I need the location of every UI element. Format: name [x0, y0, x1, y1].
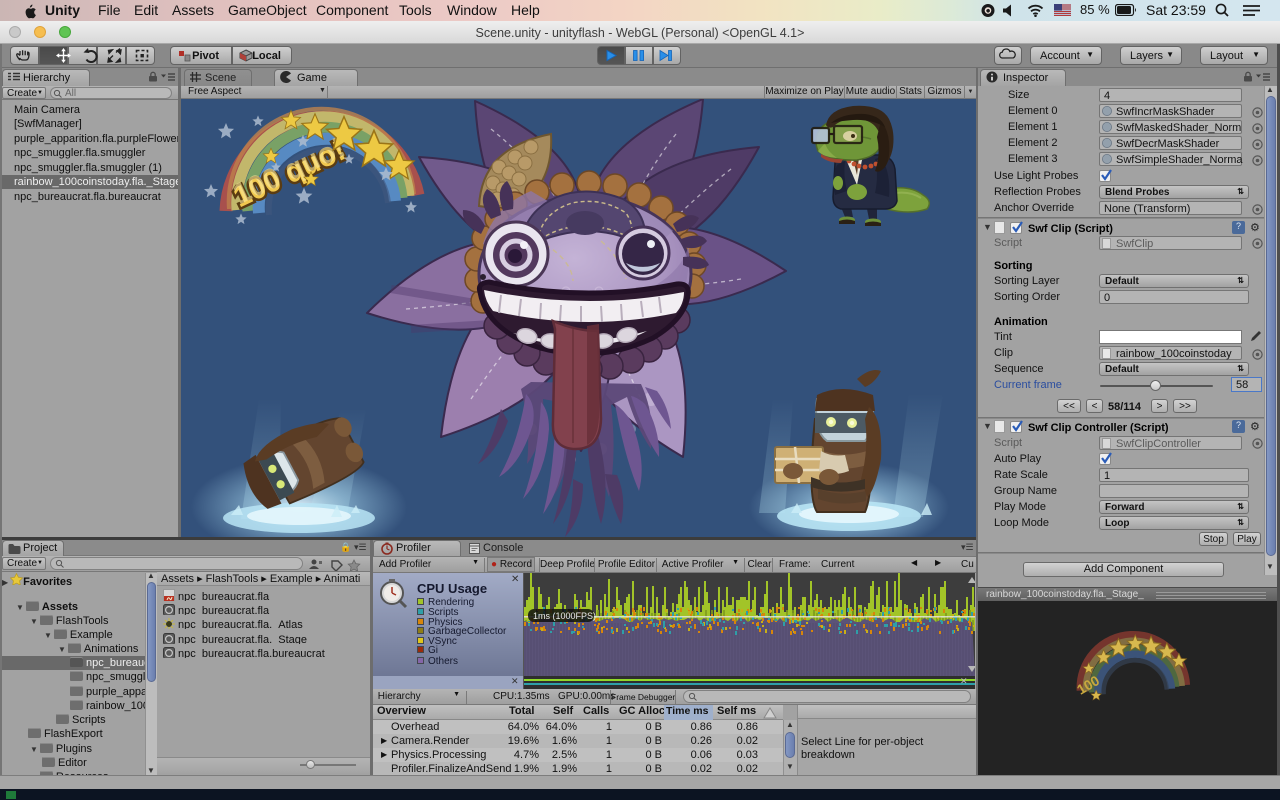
svg-text:1ms (1000FPS): 1ms (1000FPS)	[533, 611, 596, 621]
